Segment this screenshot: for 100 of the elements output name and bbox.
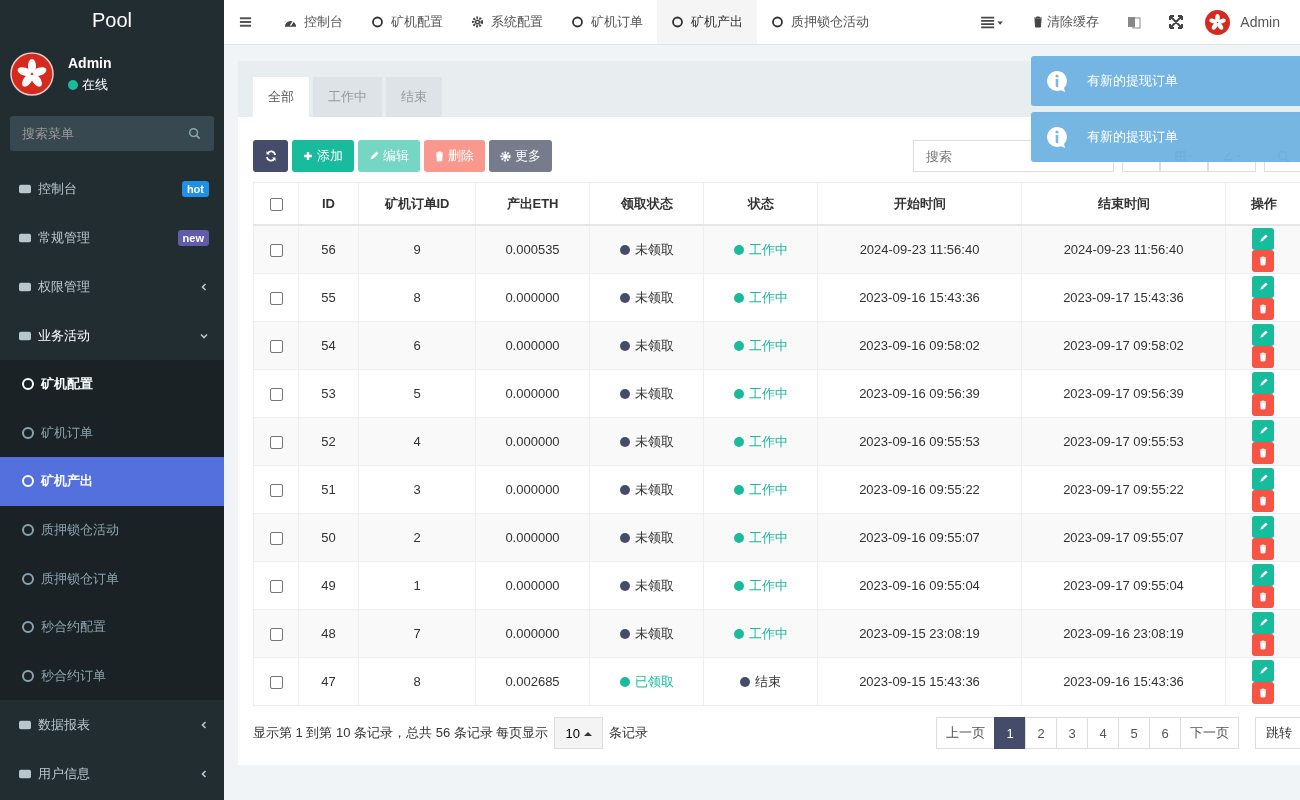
edit-button[interactable] <box>1252 419 1274 442</box>
work-status: 结束 <box>740 672 781 691</box>
nav-tab[interactable]: 控制台 <box>270 0 357 44</box>
logo-text[interactable]: Pool <box>0 0 224 44</box>
user-name: Admin <box>68 54 112 71</box>
search-icon <box>188 127 201 140</box>
page-button[interactable]: 4 <box>1087 717 1119 749</box>
sidebar-item[interactable]: 业务活动 <box>0 311 224 360</box>
sidebar-item[interactable]: 数据报表 <box>0 700 224 750</box>
sidebar-item[interactable]: 权限管理 <box>0 262 224 311</box>
edit-button[interactable] <box>1252 563 1274 586</box>
more-button[interactable]: 更多 <box>489 140 552 172</box>
jump-button[interactable]: 跳转 <box>1255 717 1300 749</box>
select-all-checkbox[interactable] <box>269 198 283 212</box>
delete-button[interactable] <box>1252 633 1274 656</box>
info-icon <box>1045 125 1069 149</box>
submenu-item[interactable]: 秒合约配置 <box>0 602 224 652</box>
delete-button[interactable] <box>1252 489 1274 512</box>
page-button[interactable]: 2 <box>1025 717 1057 749</box>
sidebar-item[interactable]: 控制台 hot <box>0 164 224 213</box>
delete-button[interactable] <box>1252 249 1274 272</box>
page-button[interactable]: 6 <box>1149 717 1181 749</box>
table-cell: 0.000000 <box>505 482 560 497</box>
avatar-icon[interactable] <box>1205 9 1231 35</box>
table-cell: 49 <box>321 578 336 593</box>
delete-button[interactable] <box>1252 537 1274 560</box>
table-cell: 2023-09-16 09:58:02 <box>859 338 980 353</box>
edit-button[interactable] <box>1252 371 1274 394</box>
delete-button[interactable] <box>1252 681 1274 704</box>
nav-tab[interactable]: 质押锁仓活动 <box>757 0 883 44</box>
table-cell: 2023-09-15 23:08:19 <box>859 626 980 641</box>
page-button[interactable]: 1 <box>994 717 1026 749</box>
row-checkbox[interactable] <box>269 580 283 594</box>
page-button[interactable]: 5 <box>1118 717 1150 749</box>
nav-tab[interactable]: 矿机配置 <box>357 0 457 44</box>
submenu-item[interactable]: 秒合约订单 <box>0 651 224 701</box>
edit-button[interactable] <box>1252 611 1274 634</box>
edit-button[interactable] <box>1252 275 1274 298</box>
submenu-item[interactable]: 质押锁仓活动 <box>0 505 224 555</box>
claim-status: 未领取 <box>619 336 674 355</box>
menu-icon <box>18 767 32 780</box>
edit-button[interactable] <box>1252 659 1274 682</box>
pencil-icon <box>1258 666 1268 675</box>
work-status: 工作中 <box>733 336 788 355</box>
row-checkbox[interactable] <box>269 676 283 690</box>
claim-status: 未领取 <box>619 624 674 643</box>
table-cell: 2 <box>413 530 421 545</box>
table-cell: 2023-09-17 09:55:07 <box>1063 530 1184 545</box>
trash-icon <box>435 150 444 162</box>
sidebar-item[interactable]: 用户信息 <box>0 749 224 799</box>
table-cell: 0.000000 <box>505 386 560 401</box>
delete-button[interactable] <box>1252 585 1274 608</box>
user-status: 在线 <box>82 75 108 94</box>
claim-status: 未领取 <box>619 432 674 451</box>
delete-button[interactable] <box>1252 441 1274 464</box>
edit-button[interactable] <box>1252 467 1274 490</box>
row-checkbox[interactable] <box>269 532 283 546</box>
row-checkbox[interactable] <box>269 340 283 354</box>
pencil-icon <box>1258 570 1268 579</box>
table-cell: 53 <box>321 386 336 401</box>
pencil-icon <box>1258 234 1268 243</box>
table-cell: 8 <box>413 674 421 689</box>
gear-icon <box>471 16 484 28</box>
edit-button[interactable] <box>1252 227 1274 250</box>
delete-button[interactable] <box>1252 345 1274 368</box>
submenu-item[interactable]: 矿机订单 <box>0 408 224 458</box>
row-checkbox[interactable] <box>269 484 283 498</box>
row-checkbox[interactable] <box>269 436 283 450</box>
submenu-item[interactable]: 矿机配置 <box>0 360 224 409</box>
search-field[interactable]: 搜索菜单 <box>10 116 214 151</box>
user-name[interactable]: Admin <box>1230 14 1300 30</box>
nav-tab[interactable]: 系统配置 <box>457 0 557 44</box>
menu-icon[interactable] <box>239 16 252 28</box>
nav-tab[interactable]: 矿机产出 <box>657 0 757 44</box>
row-checkbox[interactable] <box>269 388 283 402</box>
nav-tab[interactable]: 矿机订单 <box>557 0 657 44</box>
claim-status: 已领取 <box>619 672 674 691</box>
edit-button[interactable] <box>1252 323 1274 346</box>
row-checkbox[interactable] <box>269 292 283 306</box>
clear-cache-button[interactable]: 清除缓存 <box>1019 0 1114 44</box>
table-cell: 2023-09-17 09:55:22 <box>1063 482 1184 497</box>
refresh-button[interactable] <box>253 140 288 172</box>
delete-button[interactable] <box>1252 393 1274 416</box>
claim-status: 未领取 <box>619 480 674 499</box>
page-button[interactable]: 上一页 <box>936 717 995 749</box>
page-button[interactable]: 下一页 <box>1180 717 1239 749</box>
table-cell: 54 <box>321 338 336 353</box>
menu-icon <box>18 280 32 293</box>
pencil-icon <box>1258 426 1268 435</box>
edit-button[interactable] <box>1252 515 1274 538</box>
submenu-item[interactable]: 矿机产出 <box>0 457 224 506</box>
table-cell: 2023-09-16 15:43:36 <box>1063 674 1184 689</box>
submenu-item[interactable]: 质押锁仓订单 <box>0 554 224 603</box>
row-checkbox[interactable] <box>269 244 283 258</box>
page-button[interactable]: 3 <box>1056 717 1088 749</box>
row-checkbox[interactable] <box>269 628 283 642</box>
delete-button[interactable] <box>1252 297 1274 320</box>
sidebar-item[interactable]: 常规管理 new <box>0 213 224 262</box>
page-size-dropdown[interactable]: 10 <box>554 717 603 749</box>
filter-tab[interactable]: 全部 <box>253 77 309 117</box>
